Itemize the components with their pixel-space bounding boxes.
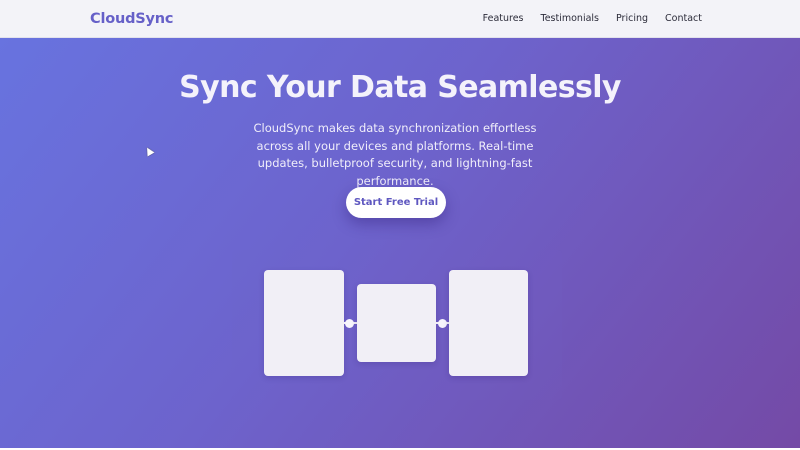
- nav-link-testimonials[interactable]: Testimonials: [541, 13, 599, 24]
- sync-node-right: [449, 270, 528, 376]
- sync-node-middle: [357, 284, 436, 362]
- connector-dot-1: [345, 318, 354, 328]
- hero-section: Sync Your Data Seamlessly CloudSync make…: [0, 38, 800, 448]
- nav-link-features[interactable]: Features: [483, 13, 524, 24]
- brand-logo[interactable]: CloudSync: [90, 11, 173, 27]
- sync-node-left: [264, 270, 344, 376]
- nav-link-contact[interactable]: Contact: [665, 13, 702, 24]
- nav-links: Features Testimonials Pricing Contact: [466, 13, 702, 24]
- connector-dot-2: [437, 318, 447, 328]
- top-navbar: CloudSync Features Testimonials Pricing …: [0, 0, 800, 38]
- sync-diagram: [0, 38, 800, 448]
- nav-link-pricing[interactable]: Pricing: [616, 13, 648, 24]
